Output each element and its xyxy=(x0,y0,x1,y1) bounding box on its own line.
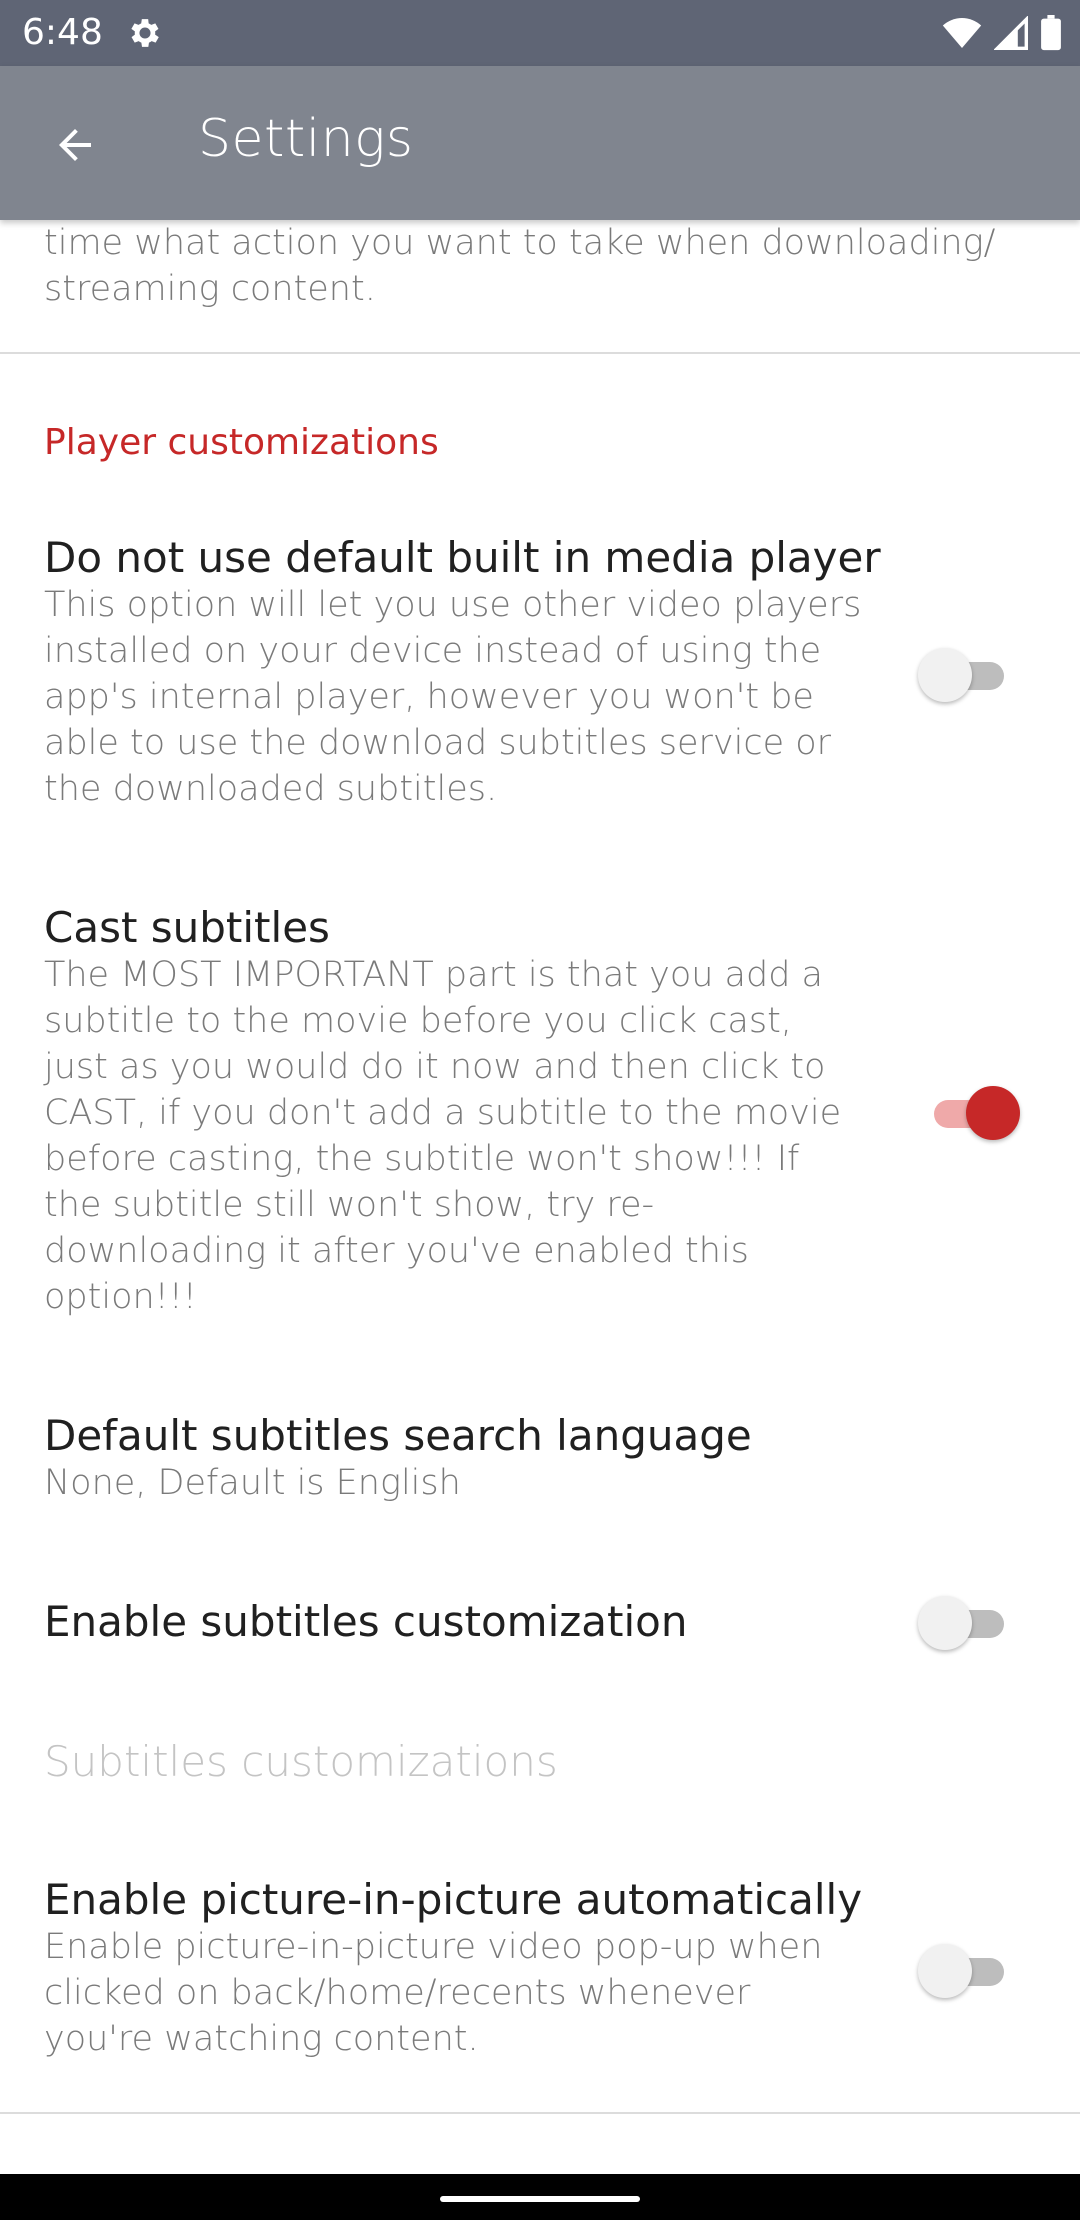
home-indicator[interactable] xyxy=(440,2196,640,2202)
status-time: 6:48 xyxy=(22,12,103,53)
pref-title: Enable subtitles customization xyxy=(44,1597,688,1646)
switch-thumb xyxy=(966,1086,1020,1140)
status-icons xyxy=(942,14,1062,52)
pref-summary: None, Default is English xyxy=(44,1463,461,1503)
pref-title: Default subtitles search language xyxy=(44,1411,752,1460)
previous-item-summary: time what action you want to take when d… xyxy=(44,223,996,309)
battery-icon xyxy=(1041,15,1061,51)
navigation-bar xyxy=(0,2174,1080,2220)
wifi-icon xyxy=(942,18,982,48)
back-button[interactable] xyxy=(40,110,110,180)
pref-title: Enable picture-in-picture automatically xyxy=(44,1875,863,1924)
signal-icon xyxy=(994,16,1028,50)
page-title: Settings xyxy=(198,109,414,169)
app-bar: Settings xyxy=(0,66,1080,220)
arrow-left-icon xyxy=(59,129,91,161)
divider xyxy=(0,352,1080,354)
pref-summary: The MOST IMPORTANT part is that you add … xyxy=(44,955,842,1317)
cast-subtitles-switch[interactable] xyxy=(920,1084,1020,1144)
subtitles-customization-switch[interactable] xyxy=(918,1594,1018,1654)
gear-icon xyxy=(131,19,159,47)
settings-list[interactable]: time what action you want to take when d… xyxy=(0,220,1080,2174)
switch-thumb xyxy=(918,1596,972,1650)
picture-in-picture-switch[interactable] xyxy=(918,1942,1018,2002)
section-header-player-customizations: Player customizations xyxy=(44,422,439,463)
pref-summary: This option will let you use other video… xyxy=(44,585,862,809)
switch-thumb xyxy=(918,1944,972,1998)
switch-thumb xyxy=(918,648,972,702)
divider xyxy=(0,2112,1080,2114)
pref-title: Do not use default built in media player xyxy=(44,533,881,582)
external-player-switch[interactable] xyxy=(918,646,1018,706)
pref-title: Subtitles customizations xyxy=(44,1737,558,1786)
pref-summary: Enable picture-in-picture video pop-up w… xyxy=(44,1927,823,2059)
pref-title: Cast subtitles xyxy=(44,903,330,952)
status-bar: 6:48 xyxy=(0,0,1080,66)
